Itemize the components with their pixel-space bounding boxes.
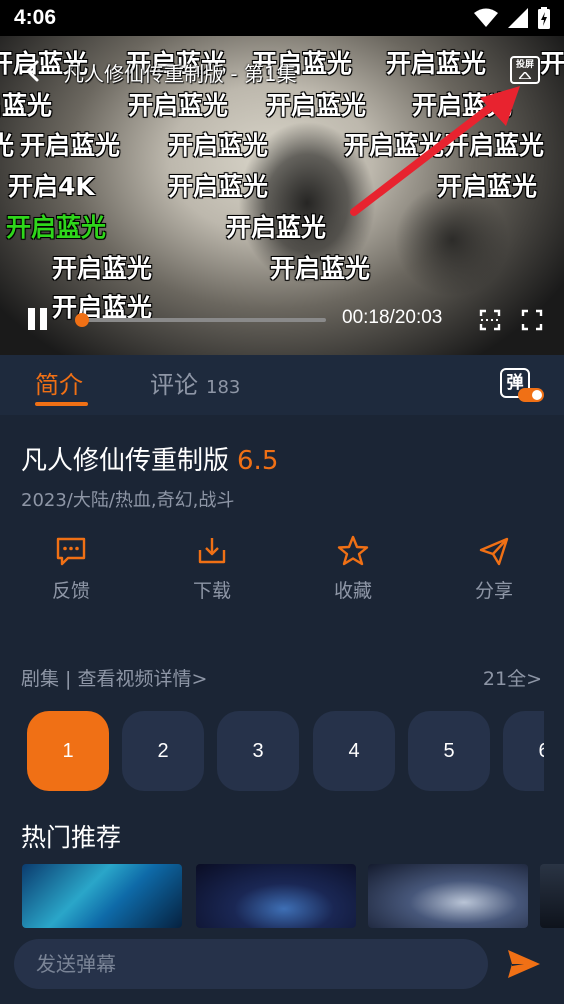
- cast-label: 投屏: [515, 60, 534, 70]
- feedback-icon: [56, 537, 86, 566]
- status-bar: 4:06: [0, 0, 564, 36]
- danmaku-comment: 开启蓝光: [0, 131, 15, 160]
- cellular-signal-icon: [508, 8, 528, 28]
- download-button[interactable]: 下载: [162, 530, 262, 603]
- favorite-button[interactable]: 收藏: [303, 530, 403, 603]
- status-icons: [474, 7, 550, 29]
- danmaku-comment: 开启蓝光: [0, 91, 53, 120]
- pause-button[interactable]: [26, 308, 50, 332]
- red-arrow-annotation: [350, 86, 520, 216]
- back-arrow-icon[interactable]: [18, 56, 48, 86]
- feedback-button[interactable]: 反馈: [21, 530, 121, 603]
- episode-button-3[interactable]: 3: [217, 711, 299, 791]
- feedback-label: 反馈: [51, 580, 90, 602]
- episode-button-1[interactable]: 1: [27, 711, 109, 791]
- episode-button-4[interactable]: 4: [313, 711, 395, 791]
- share-label: 分享: [474, 580, 513, 602]
- player-controls: 00:18/20:03: [0, 300, 564, 340]
- detail-tabs: 简介 评论 183 弹: [0, 355, 564, 415]
- show-title: 凡人修仙传重制版: [21, 446, 230, 476]
- episodes-total-link[interactable]: 21全>: [483, 664, 542, 691]
- tab-active-indicator: [35, 402, 88, 406]
- recommendation-thumbnail[interactable]: [22, 864, 182, 928]
- progress-bar[interactable]: [74, 313, 326, 327]
- video-title: 凡人修仙传重制版 - 第1集: [64, 62, 297, 86]
- episode-button-5[interactable]: 5: [408, 711, 490, 791]
- danmaku-input[interactable]: [14, 939, 488, 989]
- episode-list: 1 2 3 4 5 6: [27, 711, 544, 791]
- download-label: 下载: [192, 580, 231, 602]
- status-time: 4:06: [14, 6, 57, 29]
- danmaku-comment: 开启4K: [8, 172, 95, 201]
- show-score: 6.5: [237, 446, 279, 476]
- fit-screen-icon[interactable]: [478, 308, 502, 332]
- episode-button-2[interactable]: 2: [122, 711, 204, 791]
- recommendation-thumbnail[interactable]: [540, 864, 564, 928]
- recommendation-thumbnail[interactable]: [196, 864, 356, 928]
- fullscreen-icon[interactable]: [520, 308, 544, 332]
- danmaku-comment: 开启蓝光: [270, 254, 371, 283]
- video-player[interactable]: 开启蓝光 开启蓝光 开启蓝光 开启蓝光 开启蓝光 开启蓝光 开启蓝光 开启蓝光 …: [0, 0, 564, 355]
- cast-triangle-icon: [519, 72, 531, 79]
- danmaku-switch: [518, 388, 544, 402]
- comments-count: 183: [206, 377, 241, 398]
- tab-comments-label: 评论: [150, 371, 198, 399]
- episodes-details-link[interactable]: 剧集 | 查看视频详情>: [21, 664, 207, 691]
- show-title-row: 凡人修仙传重制版 6.5: [21, 440, 278, 477]
- hot-recommendations-title: 热门推荐: [21, 823, 122, 852]
- episode-button-6[interactable]: 6: [503, 711, 544, 791]
- download-icon: [198, 538, 226, 564]
- tab-intro[interactable]: 简介: [35, 365, 83, 400]
- action-row: 反馈 下载 收藏 分享: [0, 530, 564, 610]
- danmaku-comment: 开启蓝光: [52, 254, 153, 283]
- recommendation-thumbnail[interactable]: [368, 864, 528, 928]
- battery-charging-icon: [538, 7, 550, 29]
- tab-comments[interactable]: 评论 183: [150, 365, 240, 400]
- danmaku-comment: 开启蓝光: [168, 131, 269, 160]
- progress-knob[interactable]: [74, 313, 89, 327]
- pause-icon: [28, 308, 35, 330]
- share-icon: [479, 537, 509, 566]
- danmaku-comment: 开启蓝光: [20, 131, 121, 160]
- danmaku-input-bar: [0, 928, 564, 1004]
- danmaku-comment: 开启蓝光: [128, 91, 229, 120]
- danmaku-toggle[interactable]: 弹: [500, 368, 544, 404]
- recommendation-list: [22, 864, 564, 928]
- star-icon: [337, 535, 369, 566]
- playback-time: 00:18/20:03: [342, 307, 443, 328]
- favorite-label: 收藏: [333, 580, 372, 602]
- wifi-icon: [474, 8, 498, 27]
- danmaku-comment: 开启蓝光: [168, 172, 269, 201]
- danmaku-comment: 开启蓝光: [226, 213, 327, 242]
- show-meta: 2023/大陆/热血,奇幻,战斗: [21, 490, 235, 511]
- danmaku-comment-highlight: 开启蓝光: [6, 213, 107, 242]
- share-button[interactable]: 分享: [444, 530, 544, 603]
- send-icon[interactable]: [506, 948, 542, 980]
